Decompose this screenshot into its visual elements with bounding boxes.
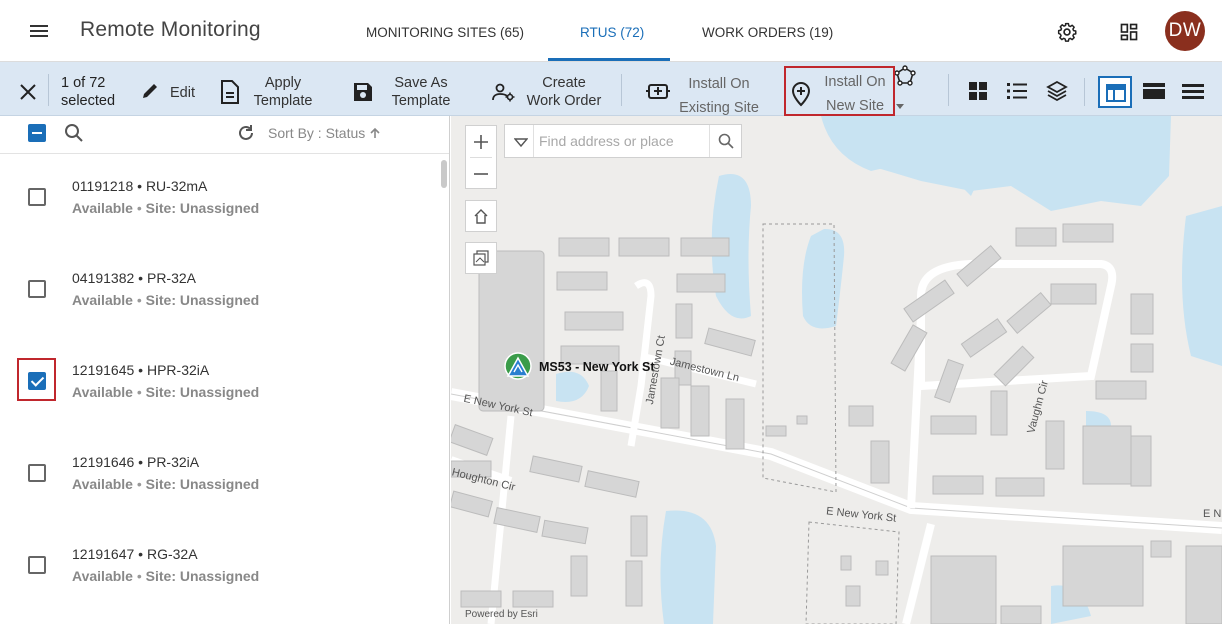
caret-down-icon[interactable] <box>895 103 905 111</box>
edit-label: Edit <box>170 85 195 101</box>
search-source-dropdown-icon[interactable] <box>514 138 528 148</box>
grid-view-icon[interactable] <box>967 81 989 101</box>
arrow-up-icon <box>370 127 380 138</box>
map-search-input[interactable] <box>539 133 709 149</box>
rtu-title: 12191646 • PR-32iA <box>72 454 200 470</box>
search-divider <box>533 125 534 157</box>
rtu-title: 04191382 • PR-32A <box>72 270 197 286</box>
list-scrollbar[interactable] <box>441 160 447 188</box>
toolbar-divider <box>48 74 49 106</box>
rtu-list-panel: Sort By : Status 01191218 • RU-32mA Avai… <box>0 116 450 624</box>
selection-count-line2: selected <box>61 93 116 109</box>
document-icon <box>221 80 239 104</box>
app-title: Remote Monitoring <box>80 18 261 41</box>
split-view-toggle[interactable] <box>1098 76 1132 108</box>
split-layout-icon <box>1106 84 1126 102</box>
search-divider <box>709 125 710 157</box>
list-item[interactable]: 12191647 • RG-32A Available • Site: Unas… <box>0 526 440 618</box>
layers-icon[interactable] <box>1046 81 1068 101</box>
save-icon <box>354 83 372 101</box>
basemap-icon <box>473 250 489 266</box>
list-item[interactable]: 04191382 • PR-32A Available • Site: Unas… <box>0 250 440 342</box>
install-on-existing-site-button[interactable]: Install On Existing Site <box>642 62 762 116</box>
selection-count: 1 of 72 selected <box>61 74 115 110</box>
save-as-template-button[interactable]: Save As Template <box>348 62 458 116</box>
rtu-title: 12191647 • RG-32A <box>72 546 198 562</box>
rtu-status: Available • Site: Unassigned <box>72 200 260 216</box>
toolbar-divider <box>621 74 622 106</box>
tab-rtus[interactable]: RTUS (72) <box>580 25 644 40</box>
device-install-icon <box>646 84 670 99</box>
rtu-status: Available • Site: Unassigned <box>72 292 260 308</box>
rtu-status: Available • Site: Unassigned <box>72 476 260 492</box>
tab-monitoring-sites[interactable]: MONITORING SITES (65) <box>366 25 524 40</box>
zoom-divider <box>470 157 492 158</box>
rtu-status: Available • Site: Unassigned <box>72 568 260 584</box>
sort-label: Sort By : Status <box>268 125 366 141</box>
street-label: E N <box>1203 508 1222 520</box>
create-work-order-label: Create Work Order <box>526 75 602 109</box>
row-checkbox[interactable] <box>28 556 46 574</box>
row-checkbox[interactable] <box>28 280 46 298</box>
apply-template-button[interactable]: Apply Template <box>216 62 320 116</box>
map-search-icon[interactable] <box>718 133 734 149</box>
monitoring-site-marker-icon[interactable] <box>503 352 533 380</box>
selection-count-line1: 1 of 72 <box>61 75 106 91</box>
list-only-view-icon[interactable] <box>1182 81 1204 101</box>
hamburger-menu-icon[interactable] <box>28 22 50 40</box>
home-icon <box>474 209 488 224</box>
selection-toolbar: 1 of 72 selected Edit Apply Template Save… <box>0 62 1222 116</box>
tab-work-orders[interactable]: WORK ORDERS (19) <box>702 25 833 40</box>
monitoring-site-label[interactable]: MS53 - New York St <box>539 360 655 374</box>
sort-by-status[interactable]: Sort By : Status <box>268 125 381 141</box>
create-work-order-button[interactable]: Create Work Order <box>488 62 608 116</box>
zoom-out-icon[interactable] <box>473 166 489 182</box>
edit-button[interactable]: Edit <box>134 62 206 116</box>
save-as-template-label: Save As Template <box>391 75 451 109</box>
map-search-box <box>504 124 742 158</box>
active-tab-indicator <box>548 58 670 61</box>
close-icon[interactable] <box>18 82 38 102</box>
toolbar-divider <box>1084 78 1085 106</box>
map-attribution: Powered by Esri <box>465 609 538 620</box>
home-button[interactable] <box>465 200 497 232</box>
list-view-icon[interactable] <box>1006 81 1028 101</box>
row-checkbox[interactable] <box>28 372 46 390</box>
pencil-icon <box>143 84 157 98</box>
row-checkbox[interactable] <box>28 188 46 206</box>
toolbar-divider <box>948 74 949 106</box>
install-on-existing-site-label: Install On Existing Site <box>679 76 759 116</box>
list-item[interactable]: 12191646 • PR-32iA Available • Site: Una… <box>0 434 440 526</box>
select-all-checkbox[interactable] <box>28 124 46 142</box>
rtu-status: Available • Site: Unassigned <box>72 384 260 400</box>
search-icon[interactable] <box>64 123 84 143</box>
refresh-icon[interactable] <box>236 123 256 143</box>
gear-icon[interactable] <box>1057 22 1077 42</box>
zoom-in-icon[interactable] <box>473 134 489 150</box>
map-view[interactable]: MS53 - New York St E New York St E New Y… <box>451 116 1222 624</box>
rtu-title: 12191645 • HPR-32iA <box>72 362 210 378</box>
list-item[interactable]: 12191645 • HPR-32iA Available • Site: Un… <box>0 342 440 434</box>
user-avatar[interactable]: DW <box>1165 11 1205 51</box>
map-only-view-icon[interactable] <box>1143 81 1165 101</box>
list-item[interactable]: 01191218 • RU-32mA Available • Site: Una… <box>0 158 440 250</box>
list-header: Sort By : Status <box>0 116 449 154</box>
worker-gear-icon <box>492 83 515 102</box>
top-app-bar: Remote Monitoring MONITORING SITES (65) … <box>0 0 1222 62</box>
row-checkbox[interactable] <box>28 464 46 482</box>
cluster-network-icon[interactable] <box>893 65 917 89</box>
apply-template-label: Apply Template <box>253 75 313 109</box>
basemap-gallery-button[interactable] <box>465 242 497 274</box>
rtu-title: 01191218 • RU-32mA <box>72 178 208 194</box>
dashboard-icon[interactable] <box>1119 22 1139 42</box>
highlight-install-new-site <box>784 66 895 116</box>
zoom-controls <box>465 125 497 189</box>
